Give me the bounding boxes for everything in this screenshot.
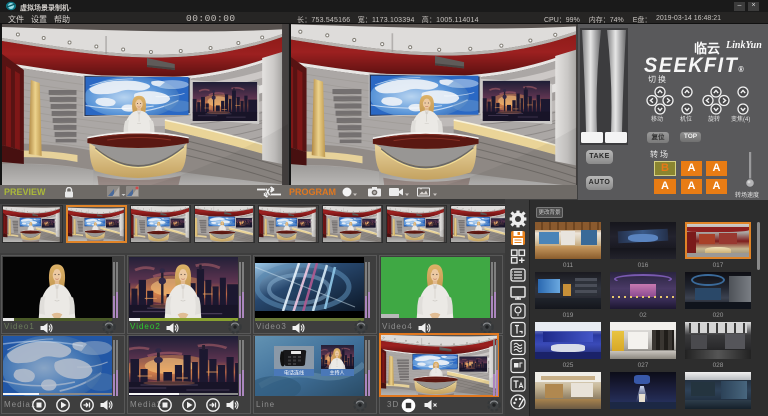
svg-text:电话连线: 电话连线	[284, 370, 304, 377]
svg-text:主持人: 主持人	[329, 370, 344, 377]
